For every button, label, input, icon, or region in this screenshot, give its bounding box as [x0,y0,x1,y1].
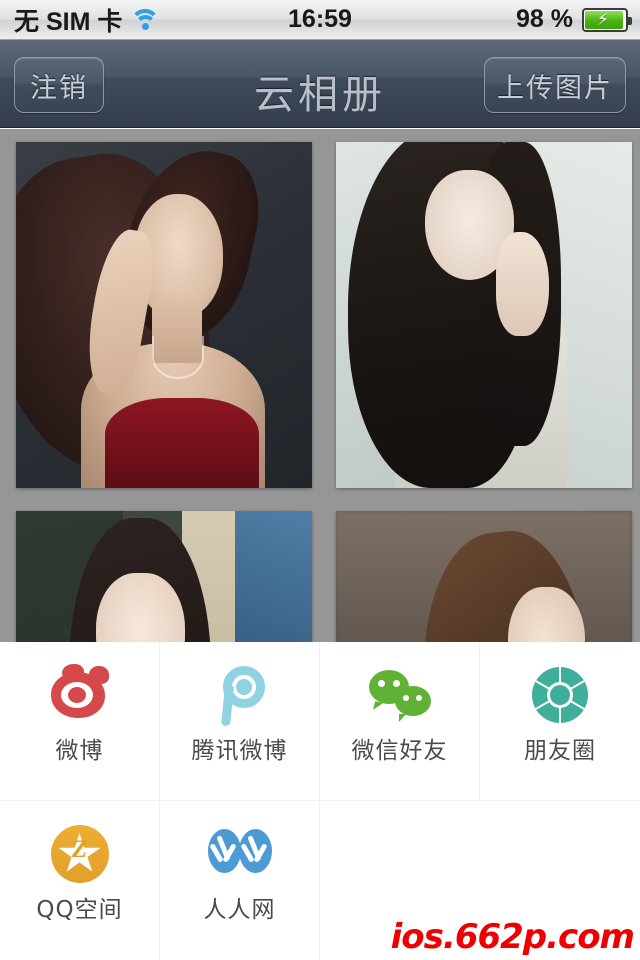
photo-grid[interactable] [0,129,640,642]
clock-label: 16:59 [288,5,352,33]
renren-icon [207,823,272,885]
photo-image [336,142,632,488]
share-option-wechat-friend[interactable]: 微信好友 [320,642,480,801]
status-bar-left: 无 SIM 卡 [0,2,161,38]
share-row: 微博 腾讯微博 微信好友 朋友圈 [0,642,640,801]
battery-percent-label: 98 % [516,5,573,33]
share-option-label: 微博 [55,738,104,764]
watermark: ios.662p.com [390,917,635,957]
photo-thumbnail[interactable] [16,511,312,642]
qzone-icon: Z [49,823,111,885]
share-option-renren[interactable]: 人人网 [160,801,320,960]
share-option-label: 人人网 [203,897,276,923]
status-bar-right: 98 % ⚡ [516,5,632,33]
wifi-icon [130,8,161,32]
moments-icon [529,664,591,726]
tencent-weibo-icon [209,664,271,727]
photo-thumbnail[interactable] [16,142,312,488]
photo-image [16,511,312,642]
share-option-qzone[interactable]: Z QQ空间 [0,801,160,960]
battery-charging-icon: ⚡ [582,7,632,32]
share-option-label: QQ空间 [36,897,123,923]
share-option-moments[interactable]: 朋友圈 [480,642,640,801]
status-bar: 无 SIM 卡 16:59 98 % ⚡ [0,0,640,40]
upload-image-button[interactable]: 上传图片 [484,57,626,113]
photo-row [0,511,640,642]
share-option-tencent-weibo[interactable]: 腾讯微博 [160,642,320,801]
share-option-weibo[interactable]: 微博 [0,642,160,801]
photo-image [16,142,312,488]
share-sheet: 微博 腾讯微博 微信好友 朋友圈 Z QQ空间 人人网 [0,642,640,960]
weibo-icon [49,664,111,726]
share-option-label: 腾讯微博 [191,738,288,764]
wechat-icon [368,664,431,726]
photo-image [336,511,632,642]
share-option-label: 微信好友 [351,738,448,764]
share-option-label: 朋友圈 [524,738,596,764]
photo-thumbnail[interactable] [336,142,632,488]
carrier-label: 无 SIM 卡 [14,7,123,36]
photo-row [0,129,640,488]
navigation-bar: 注销 云相册 上传图片 [0,40,640,128]
photo-thumbnail[interactable] [336,511,632,642]
